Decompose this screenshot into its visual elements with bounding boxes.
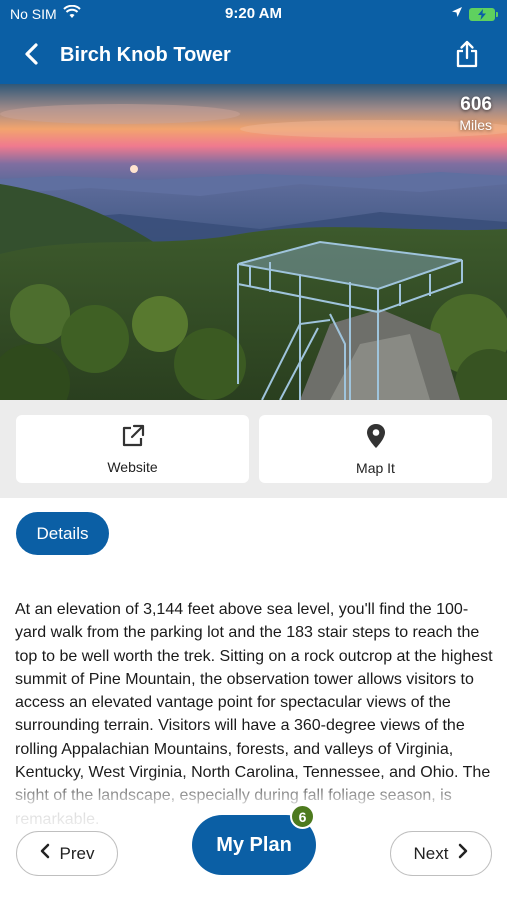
prev-label: Prev: [59, 843, 95, 863]
chevron-left-icon: [24, 42, 40, 70]
distance-unit: Miles: [459, 117, 492, 133]
status-bar: No SIM 9:20 AM: [0, 0, 507, 28]
website-button[interactable]: Website: [16, 415, 249, 483]
next-button[interactable]: Next: [390, 831, 492, 876]
map-it-label: Map It: [356, 459, 395, 476]
map-it-button[interactable]: Map It: [259, 415, 492, 483]
status-time: 9:20 AM: [225, 5, 282, 22]
prev-button[interactable]: Prev: [16, 831, 118, 876]
chevron-left-icon: [40, 843, 50, 864]
next-label: Next: [413, 843, 449, 863]
map-pin-icon: [366, 423, 386, 454]
hero-image: 606 Miles: [0, 84, 507, 400]
chevron-right-icon: [458, 843, 468, 864]
battery-charging-icon: [469, 7, 498, 21]
distance-value: 606: [460, 94, 492, 115]
share-icon: [455, 40, 479, 73]
tab-details[interactable]: Details: [16, 512, 109, 555]
actions-bar: Website Map It: [0, 400, 507, 498]
share-button[interactable]: [449, 37, 485, 75]
nav-bar: Birch Knob Tower: [0, 28, 507, 84]
back-button[interactable]: [14, 38, 50, 74]
location-arrow-icon: [451, 5, 463, 23]
external-link-icon: [120, 424, 146, 453]
distance-label: 606 Miles: [459, 94, 492, 134]
status-right: [451, 5, 498, 23]
description-text: At an elevation of 3,144 feet above sea …: [15, 601, 493, 828]
page-title: Birch Knob Tower: [60, 44, 231, 66]
website-label: Website: [107, 458, 158, 475]
plan-count-badge: 6: [290, 804, 315, 829]
